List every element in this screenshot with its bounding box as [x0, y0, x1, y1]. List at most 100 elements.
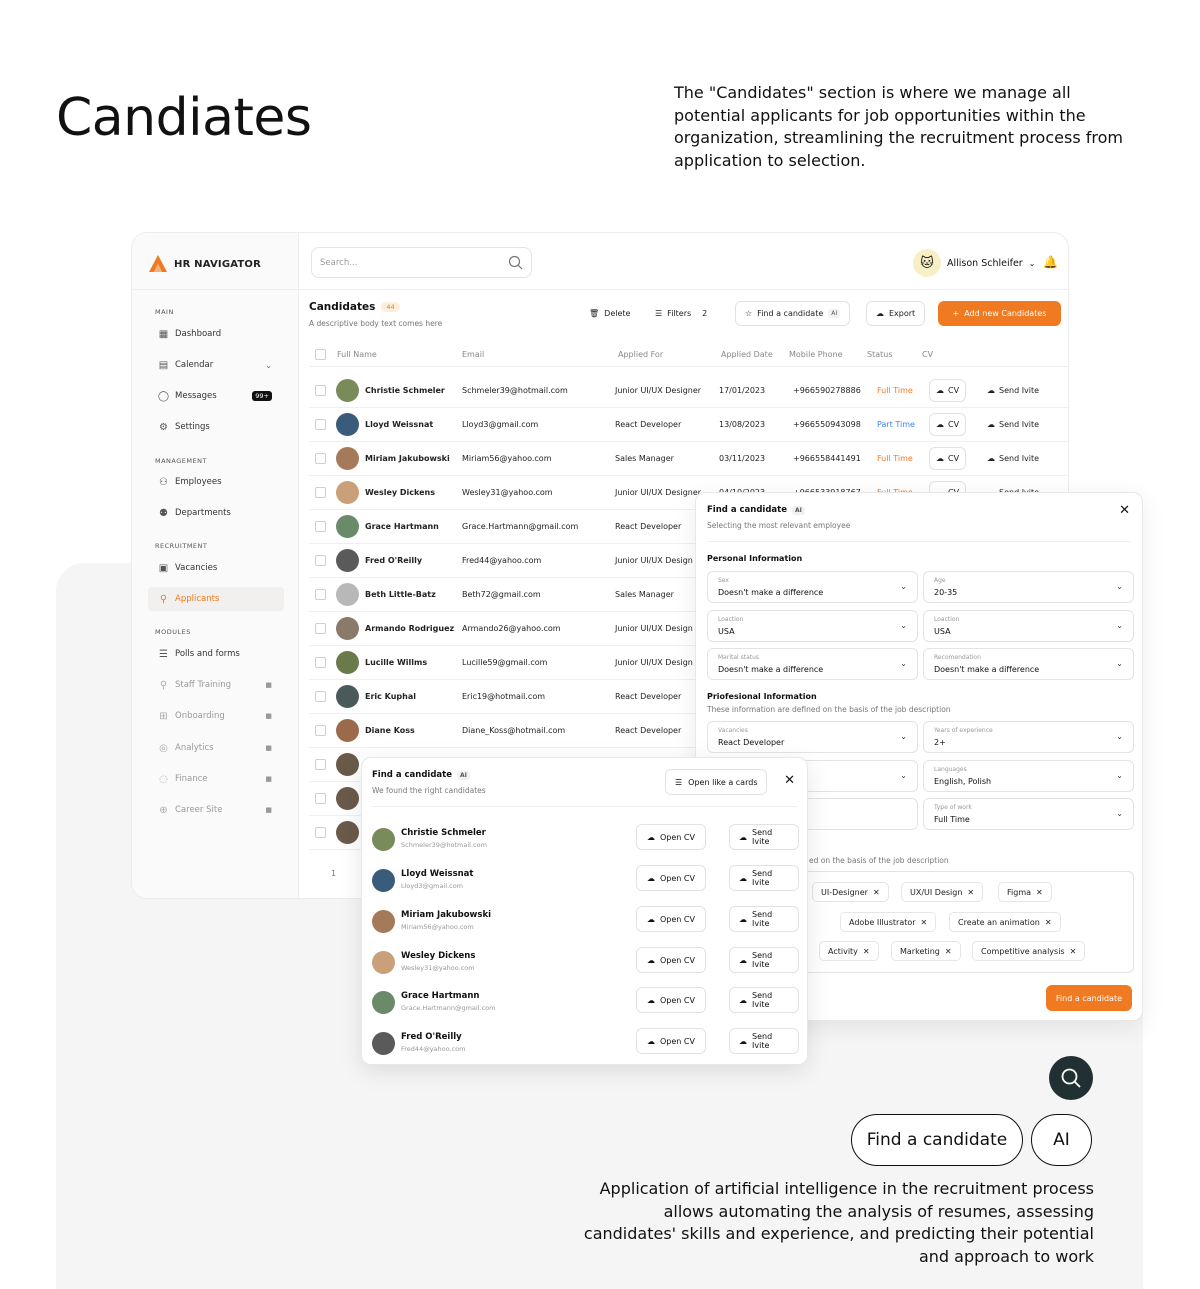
send-invite-button[interactable]: ☁ Send Ivite — [729, 1028, 799, 1054]
sidebar-item-settings[interactable]: ⚙ Settings — [148, 415, 284, 439]
cv-button[interactable]: ☁ CV — [929, 447, 967, 470]
candidate-name[interactable]: Lloyd Weissnat — [365, 420, 433, 429]
export-button[interactable]: ☁ Export — [866, 301, 926, 326]
table-row[interactable]: Christie Schmeler Schmeler39@hotmail.com J… — [309, 374, 1068, 408]
user-menu[interactable]: 🐱 Allison Schleifer ⌄ — [913, 249, 1035, 277]
row-checkbox[interactable] — [315, 487, 326, 498]
close-icon[interactable]: ✕ — [967, 888, 974, 897]
filters-button[interactable]: ☰ Filters 2 — [646, 301, 716, 326]
search-input[interactable]: Search... — [311, 247, 532, 278]
open-cv-button[interactable]: ☁ Open CV — [636, 987, 706, 1013]
close-icon[interactable]: ✕ — [1045, 918, 1052, 927]
close-icon[interactable]: ✕ — [921, 918, 928, 927]
send-invite-button[interactable]: ☁ Send Ivite — [729, 865, 799, 891]
candidate-name[interactable]: Eric Kuphal — [365, 692, 416, 701]
age-select[interactable]: Age 20-35 ⌄ — [923, 571, 1134, 603]
list-item[interactable]: Christie Schmeler Schmeler39@hotmail.com ☁… — [372, 822, 799, 862]
send-invite-button[interactable]: ☁ Send Ivite — [729, 947, 799, 973]
candidate-name[interactable]: Armando Rodriguez — [365, 624, 454, 633]
list-item[interactable]: Grace Hartmann Grace.Hartmann@gmail.com ☁ O… — [372, 985, 799, 1025]
delete-button[interactable]: 🗑 Delete — [580, 301, 639, 326]
skill-tag[interactable]: Adobe Illustrator ✕ — [840, 912, 937, 932]
recommendation-select[interactable]: Recomendation Doesn't make a difference … — [923, 648, 1134, 680]
cv-button[interactable]: ☁ CV — [929, 379, 967, 402]
row-checkbox[interactable] — [315, 453, 326, 464]
candidate-name[interactable]: Lucille Willms — [365, 658, 427, 667]
send-invite-button[interactable]: ☁ Send Ivite — [729, 906, 799, 932]
close-icon[interactable]: ✕ — [863, 947, 870, 956]
candidate-name[interactable]: Diane Koss — [365, 726, 415, 735]
sidebar-item-onboarding[interactable]: ⊞ Onboarding ■ — [148, 704, 284, 728]
sex-select[interactable]: Sex Doesn't make a difference ⌄ — [707, 571, 918, 603]
sidebar-item-applicants[interactable]: ⚲ Applicants — [148, 587, 284, 611]
ai-pill[interactable]: AI — [1031, 1114, 1092, 1166]
row-checkbox[interactable] — [315, 419, 326, 430]
open-cv-button[interactable]: ☁ Open CV — [636, 865, 706, 891]
skill-tag[interactable]: Figma ✕ — [998, 882, 1052, 902]
skill-tag[interactable]: Marketing ✕ — [891, 941, 961, 961]
open-cv-button[interactable]: ☁ Open CV — [636, 824, 706, 850]
candidate-name[interactable]: Fred O'Reilly — [365, 556, 422, 565]
send-invite-button[interactable]: ☁ Send Ivite — [981, 413, 1046, 436]
sidebar-item-career-site[interactable]: ⊕ Career Site ■ — [148, 798, 284, 822]
row-checkbox[interactable] — [315, 759, 326, 770]
add-candidates-button[interactable]: + Add new Candidates — [938, 301, 1061, 326]
skill-tag[interactable]: Create an animation ✕ — [949, 912, 1061, 932]
list-item[interactable]: Miriam Jakubowski Miriam56@yahoo.com ☁ Open… — [372, 904, 799, 944]
location-select-2[interactable]: Loaction USA ⌄ — [923, 610, 1134, 642]
list-item[interactable]: Lloyd Weissnat Lloyd3@gmail.com ☁ Open CV ☁ S… — [372, 863, 799, 903]
sidebar-item-dashboard[interactable]: ▦ Dashboard — [148, 322, 284, 346]
list-item[interactable]: Wesley Dickens Wesley31@yahoo.com ☁ Open CV… — [372, 945, 799, 985]
row-checkbox[interactable] — [315, 691, 326, 702]
find-candidate-pill[interactable]: Find a candidate — [851, 1114, 1023, 1166]
row-checkbox[interactable] — [315, 657, 326, 668]
table-row[interactable]: Miriam Jakubowski Miriam56@yahoo.com Sales… — [309, 442, 1068, 476]
experience-select[interactable]: Years of experience 2+ ⌄ — [923, 721, 1134, 753]
sidebar-item-messages[interactable]: ◯ Messages 99+ — [148, 384, 284, 408]
row-checkbox[interactable] — [315, 725, 326, 736]
sidebar-item-analytics[interactable]: ◎ Analytics ■ — [148, 736, 284, 760]
candidate-name[interactable]: Wesley Dickens — [365, 488, 435, 497]
candidate-name[interactable]: Grace Hartmann — [365, 522, 439, 531]
send-invite-button[interactable]: ☁ Send Ivite — [729, 987, 799, 1013]
close-icon[interactable]: ✕ — [784, 773, 795, 788]
close-icon[interactable]: ✕ — [1070, 947, 1077, 956]
row-checkbox[interactable] — [315, 827, 326, 838]
candidate-name[interactable]: Beth Little-Batz — [365, 590, 436, 599]
pagination-page[interactable]: 1 — [331, 869, 336, 878]
candidate-name[interactable]: Miriam Jakubowski — [365, 454, 450, 463]
marital-select[interactable]: Marital status Doesn't make a difference… — [707, 648, 918, 680]
sidebar-item-vacancies[interactable]: ▣ Vacancies — [148, 556, 284, 580]
close-icon[interactable]: ✕ — [1036, 888, 1043, 897]
select-all-checkbox[interactable] — [315, 349, 326, 360]
logo[interactable]: HR NAVIGATOR — [148, 253, 261, 275]
skill-tag[interactable]: Competitive analysis ✕ — [972, 941, 1086, 961]
location-select[interactable]: Loaction USA ⌄ — [707, 610, 918, 642]
close-icon[interactable]: ✕ — [945, 947, 952, 956]
open-cv-button[interactable]: ☁ Open CV — [636, 1028, 706, 1054]
cv-button[interactable]: ☁ CV — [929, 413, 967, 436]
send-invite-button[interactable]: ☁ Send Ivite — [981, 379, 1046, 402]
table-row[interactable]: Lloyd Weissnat Lloyd3@gmail.com React Deve… — [309, 408, 1068, 442]
row-checkbox[interactable] — [315, 521, 326, 532]
sidebar-item-finance[interactable]: ◌ Finance ■ — [148, 767, 284, 791]
close-icon[interactable]: ✕ — [1119, 503, 1130, 518]
sidebar-item-staff-training[interactable]: ⚲ Staff Training ■ — [148, 673, 284, 697]
languages-select[interactable]: Languages English, Polish ⌄ — [923, 760, 1134, 792]
row-checkbox[interactable] — [315, 555, 326, 566]
sidebar-item-polls[interactable]: ☰ Polls and forms — [148, 642, 284, 666]
work-type-select[interactable]: Type of work Full Time ⌄ — [923, 798, 1134, 830]
close-icon[interactable]: ✕ — [873, 888, 880, 897]
send-invite-button[interactable]: ☁ Send Ivite — [729, 824, 799, 850]
find-candidate-submit[interactable]: Find a candidate — [1045, 985, 1132, 1011]
find-candidate-button[interactable]: ☆ Find a candidate AI — [735, 301, 851, 326]
open-cv-button[interactable]: ☁ Open CV — [636, 947, 706, 973]
skill-tag[interactable]: Activity ✕ — [819, 941, 879, 961]
send-invite-button[interactable]: ☁ Send Ivite — [981, 447, 1046, 470]
row-checkbox[interactable] — [315, 589, 326, 600]
search-icon[interactable] — [1049, 1056, 1093, 1100]
sidebar-item-employees[interactable]: ⚇ Employees — [148, 470, 284, 494]
row-checkbox[interactable] — [315, 385, 326, 396]
bell-icon[interactable]: 🔔 — [1043, 255, 1058, 269]
candidate-name[interactable]: Christie Schmeler — [365, 386, 445, 395]
